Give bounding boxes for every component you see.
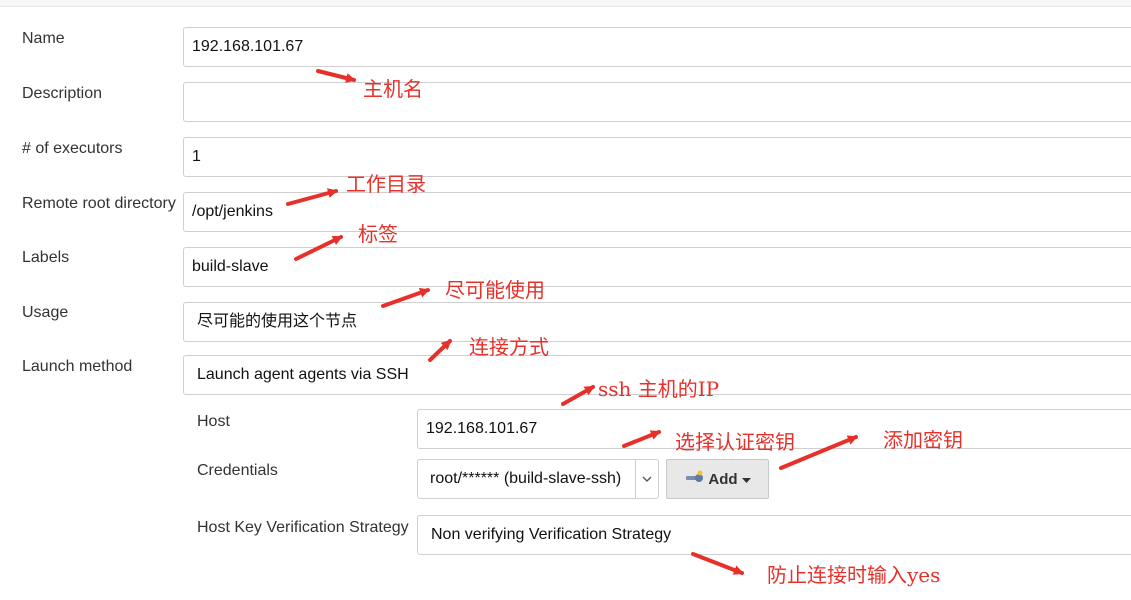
- annotation-prevent-yes: 防止连接时输入yes: [767, 563, 941, 587]
- description-label: Description: [22, 85, 103, 102]
- chevron-down-icon: [635, 460, 658, 498]
- launch-method-label: Launch method: [22, 358, 133, 375]
- caret-down-icon: [741, 471, 751, 488]
- annotation-ssh-host-ip: ssh 主机的IP: [598, 377, 720, 401]
- name-label: Name: [22, 30, 65, 47]
- key-icon: [684, 470, 704, 488]
- top-divider: [0, 0, 1131, 7]
- description-input[interactable]: [183, 82, 1131, 122]
- arrow-host-key: [691, 552, 744, 575]
- annotation-add-key: 添加密钥: [883, 428, 963, 452]
- annotation-hostname: 主机名: [363, 77, 423, 101]
- name-input[interactable]: 192.168.101.67: [183, 27, 1131, 67]
- remote-root-input[interactable]: /opt/jenkins: [183, 192, 1131, 232]
- credentials-value: root/****** (build-slave-ssh): [430, 470, 622, 487]
- add-label: Add: [708, 470, 738, 488]
- add-credentials-button[interactable]: Add: [666, 459, 769, 499]
- credentials-label: Credentials: [197, 462, 278, 479]
- host-key-strategy-label: Host Key Verification Strategy: [197, 519, 409, 536]
- usage-select[interactable]: 尽可能的使用这个节点: [183, 302, 1131, 342]
- host-label: Host: [197, 413, 230, 430]
- credentials-select[interactable]: root/****** (build-slave-ssh): [417, 459, 659, 499]
- annotation-select-credential: 选择认证密钥: [675, 430, 795, 454]
- host-key-strategy-select[interactable]: Non verifying Verification Strategy: [417, 515, 1131, 555]
- annotation-connect-method: 连接方式: [469, 335, 549, 359]
- annotation-workdir: 工作目录: [346, 172, 426, 196]
- labels-label: Labels: [22, 249, 70, 266]
- annotation-use-when-possible: 尽可能使用: [445, 278, 545, 302]
- remote-root-label: Remote root directory: [22, 195, 176, 212]
- arrow-hostname: [316, 69, 356, 83]
- labels-input[interactable]: build-slave: [183, 247, 1131, 287]
- executors-label: # of executors: [22, 140, 123, 157]
- usage-label: Usage: [22, 304, 69, 321]
- annotation-tag: 标签: [358, 222, 398, 246]
- executors-input[interactable]: 1: [183, 137, 1131, 177]
